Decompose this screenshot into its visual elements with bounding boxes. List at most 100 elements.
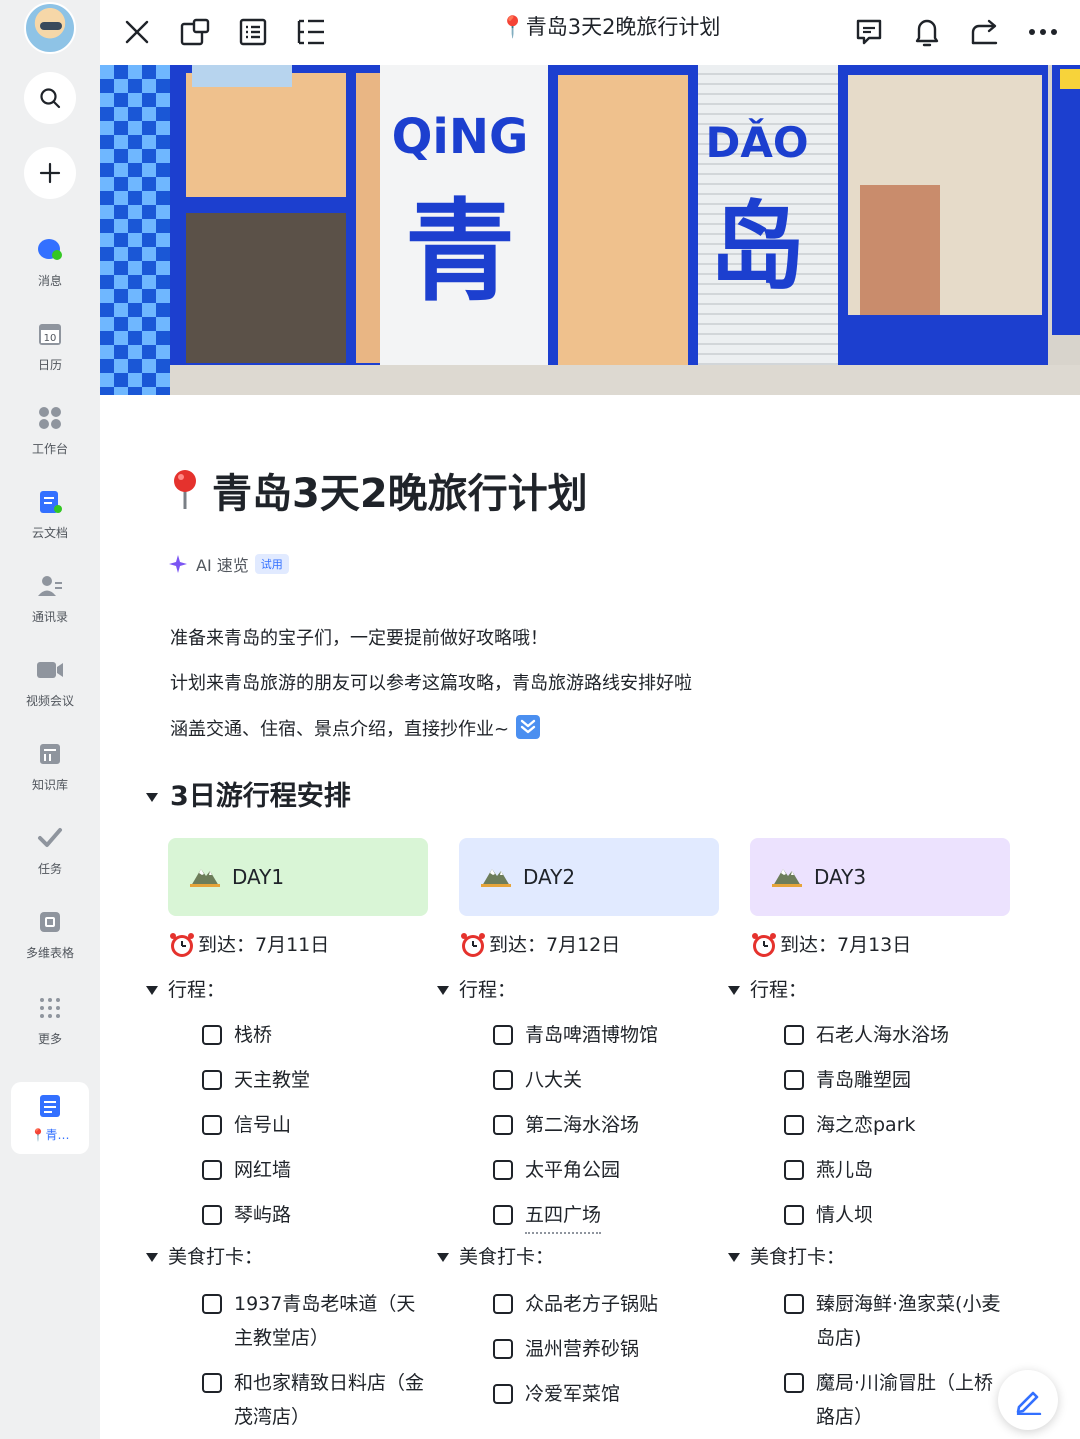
arrival-date[interactable]: 到达：7月12日: [459, 930, 620, 960]
window-button[interactable]: [171, 8, 219, 56]
todo-item[interactable]: 臻厨海鲜·渔家菜(小麦岛店): [784, 1287, 1006, 1355]
todo-text: 魔局·川渝冒肚（上桥路店）: [816, 1372, 994, 1428]
checkbox[interactable]: [784, 1025, 804, 1045]
checkbox[interactable]: [202, 1373, 222, 1393]
collapse-toggle-icon[interactable]: [437, 985, 449, 995]
arrival-date[interactable]: 到达：7月13日: [750, 930, 911, 960]
add-button[interactable]: [24, 147, 76, 199]
checkbox[interactable]: [202, 1025, 222, 1045]
checkbox[interactable]: [202, 1294, 222, 1314]
top-toolbar: 📍青岛3天2晚旅行计划: [100, 0, 1080, 64]
collapse-toggle-icon[interactable]: [437, 1252, 449, 1262]
arrival-date[interactable]: 到达：7月11日: [168, 930, 329, 960]
itinerary-section[interactable]: 行程：: [437, 975, 516, 1005]
checkbox[interactable]: [493, 1339, 513, 1359]
day-card[interactable]: DAY3: [750, 838, 1010, 916]
sidebar-item-tasks[interactable]: 任务: [0, 824, 100, 894]
sidebar-item-knowledge[interactable]: 知识库: [0, 740, 100, 810]
page-title[interactable]: 青岛3天2晚旅行计划: [170, 466, 588, 525]
checkbox[interactable]: [493, 1294, 513, 1314]
todo-item[interactable]: 燕儿岛: [784, 1153, 1014, 1187]
intro-paragraph-3[interactable]: 涵盖交通、住宿、景点介绍，直接抄作业~: [170, 714, 541, 745]
todo-item[interactable]: 海之恋park: [784, 1108, 1014, 1142]
avatar[interactable]: [24, 2, 76, 54]
todo-item[interactable]: 八大关: [493, 1063, 723, 1097]
sidebar-item-cloud-docs[interactable]: 云文档: [0, 488, 100, 558]
ai-summary-button[interactable]: AI 速览 试用: [168, 552, 289, 576]
sidebar-item-current-doc[interactable]: 📍青…: [11, 1082, 89, 1154]
todo-item[interactable]: 琴屿路: [202, 1198, 432, 1232]
todo-item[interactable]: 1937青岛老味道（天主教堂店）: [202, 1287, 432, 1355]
edit-button[interactable]: [998, 1370, 1058, 1430]
intro-paragraph-2[interactable]: 计划来青岛旅游的朋友可以参考这篇攻略，青岛旅游路线安排好啦: [170, 669, 692, 699]
todo-item[interactable]: 信号山: [202, 1108, 432, 1142]
todo-item[interactable]: 魔局·川渝冒肚（上桥路店）: [784, 1366, 1006, 1434]
todo-item[interactable]: 栈桥: [202, 1018, 432, 1052]
share-button[interactable]: [961, 8, 1009, 56]
day-card[interactable]: DAY1: [168, 838, 428, 916]
checkbox[interactable]: [784, 1160, 804, 1180]
sidebar-item-video[interactable]: 视频会议: [0, 656, 100, 726]
todo-item[interactable]: 第二海水浴场: [493, 1108, 723, 1142]
todo-item[interactable]: 太平角公园: [493, 1153, 723, 1187]
todo-item[interactable]: 青岛雕塑园: [784, 1063, 1014, 1097]
sidebar: 消息 10 日历 工作台 云文档 通讯录 视频会议 知识库 任务 多维表格 更多…: [0, 0, 100, 1439]
checkbox[interactable]: [784, 1205, 804, 1225]
checkbox[interactable]: [493, 1025, 513, 1045]
collapse-toggle-icon[interactable]: [146, 792, 158, 802]
todo-item[interactable]: 和也家精致日料店（金茂湾店）: [202, 1366, 432, 1434]
sidebar-item-base[interactable]: 多维表格: [0, 908, 100, 978]
checkbox[interactable]: [493, 1115, 513, 1135]
itinerary-heading[interactable]: 3日游行程安排: [146, 778, 351, 816]
checkbox[interactable]: [784, 1373, 804, 1393]
collapse-toggle-icon[interactable]: [728, 1252, 740, 1262]
intro-paragraph-1[interactable]: 准备来青岛的宝子们，一定要提前做好攻略哦！: [170, 624, 548, 654]
collapse-toggle-icon[interactable]: [146, 1252, 158, 1262]
sidebar-item-messages[interactable]: 消息: [0, 236, 100, 306]
search-button[interactable]: [24, 72, 76, 124]
checkbox[interactable]: [784, 1070, 804, 1090]
todo-item[interactable]: 天主教堂: [202, 1063, 432, 1097]
day-card[interactable]: DAY2: [459, 838, 719, 916]
itinerary-section[interactable]: 行程：: [728, 975, 807, 1005]
chat-bubble-icon: [36, 236, 64, 264]
close-button[interactable]: [113, 8, 161, 56]
checkbox[interactable]: [493, 1384, 513, 1404]
checkbox[interactable]: [202, 1070, 222, 1090]
notifications-button[interactable]: [903, 8, 951, 56]
todo-item[interactable]: 五四广场: [493, 1198, 723, 1234]
collapse-toggle-icon[interactable]: [728, 985, 740, 995]
checkbox[interactable]: [493, 1160, 513, 1180]
todo-item[interactable]: 冷爱军菜馆: [493, 1377, 723, 1411]
cloud-doc-icon: [36, 488, 64, 516]
intro-paragraph-3-text: 涵盖交通、住宿、景点介绍，直接抄作业~: [170, 719, 510, 740]
checkbox[interactable]: [202, 1115, 222, 1135]
todo-item[interactable]: 网红墙: [202, 1153, 432, 1187]
checkbox[interactable]: [202, 1160, 222, 1180]
checkbox[interactable]: [493, 1205, 513, 1225]
todo-item[interactable]: 青岛啤酒博物馆: [493, 1018, 723, 1052]
sidebar-item-contacts[interactable]: 通讯录: [0, 572, 100, 642]
sidebar-item-calendar[interactable]: 10 日历: [0, 320, 100, 390]
todo-item[interactable]: 众品老方子锅贴: [493, 1287, 723, 1321]
checkbox[interactable]: [202, 1205, 222, 1225]
todo-item[interactable]: 温州营养砂锅: [493, 1332, 723, 1366]
itinerary-section[interactable]: 行程：: [146, 975, 225, 1005]
todo-item[interactable]: 情人坝: [784, 1198, 1014, 1232]
checkbox[interactable]: [493, 1070, 513, 1090]
toc-button[interactable]: [287, 8, 335, 56]
collapse-toggle-icon[interactable]: [146, 985, 158, 995]
more-button[interactable]: [1019, 8, 1067, 56]
checkbox[interactable]: [784, 1294, 804, 1314]
checkbox[interactable]: [784, 1115, 804, 1135]
comments-button[interactable]: [845, 8, 893, 56]
sidebar-item-more[interactable]: 更多: [0, 994, 100, 1064]
food-section[interactable]: 美食打卡：: [437, 1242, 554, 1272]
outline-button[interactable]: [229, 8, 277, 56]
close-icon: [125, 20, 149, 44]
sidebar-item-workspace[interactable]: 工作台: [0, 404, 100, 474]
food-section[interactable]: 美食打卡：: [728, 1242, 845, 1272]
food-section[interactable]: 美食打卡：: [146, 1242, 263, 1272]
day-label: DAY1: [232, 865, 285, 889]
todo-item[interactable]: 石老人海水浴场: [784, 1018, 1014, 1052]
